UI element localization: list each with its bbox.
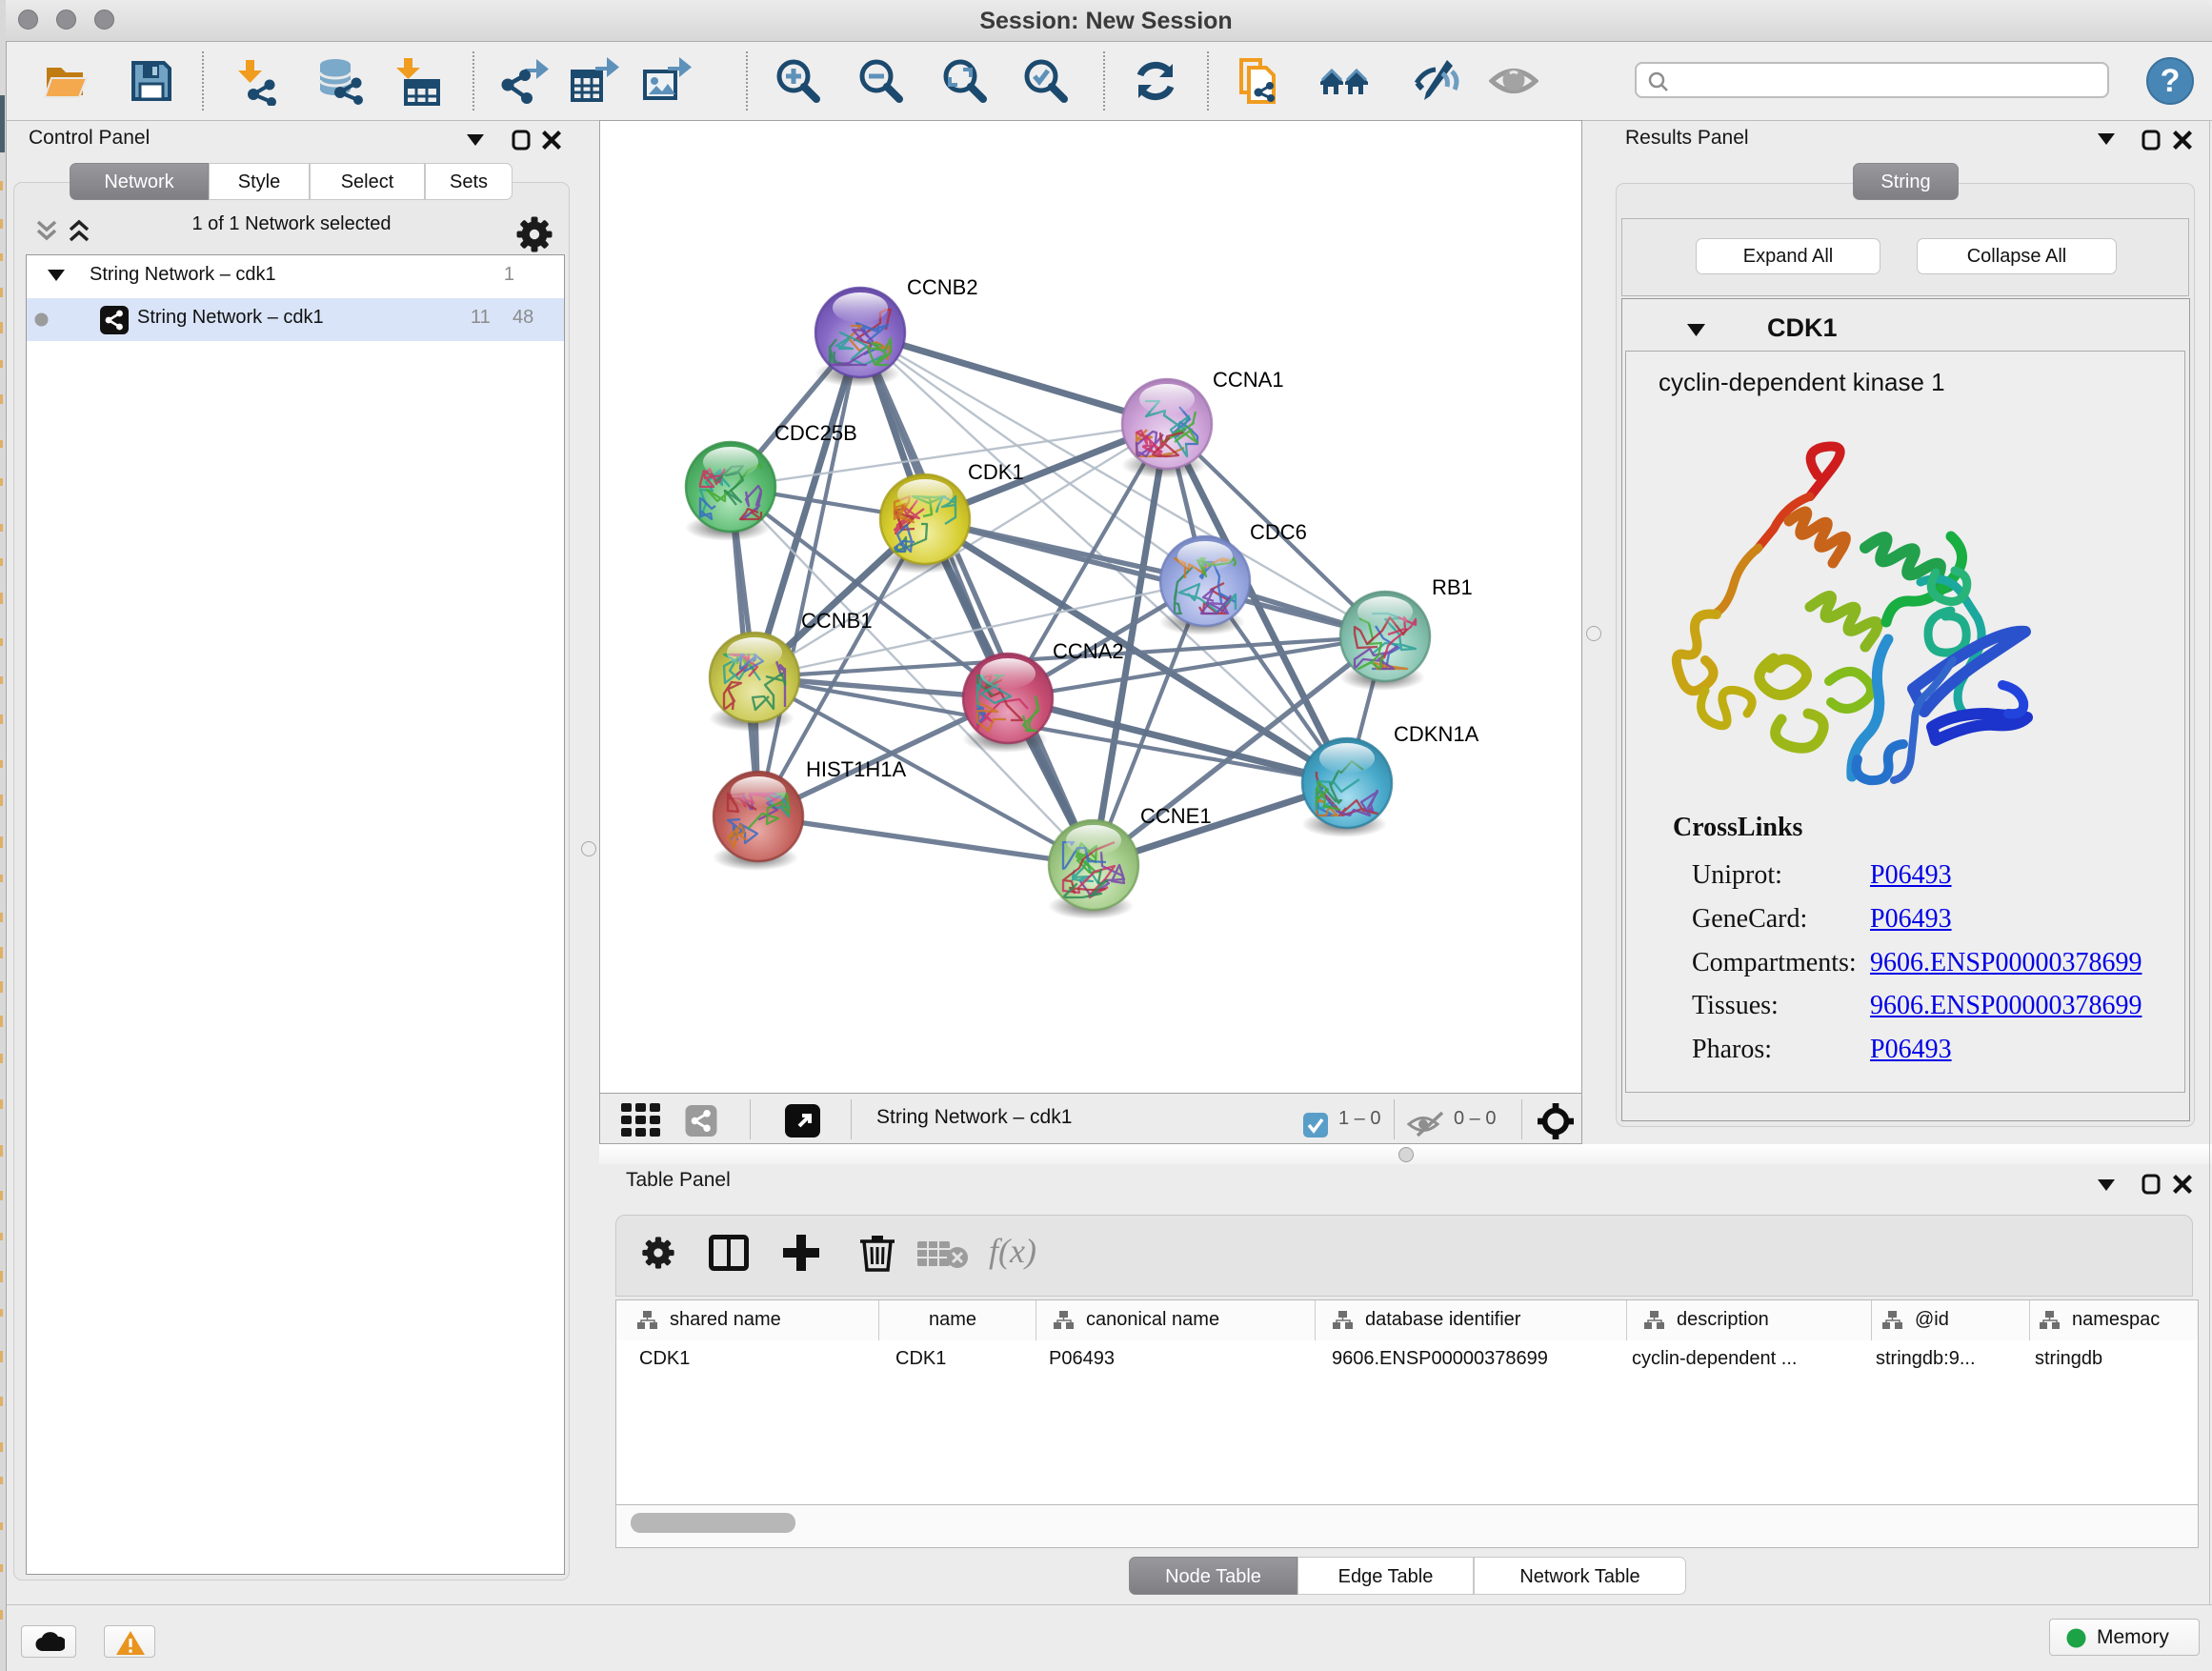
svg-text:CCNA1: CCNA1 <box>1213 368 1284 392</box>
svg-text:CDC25B: CDC25B <box>774 421 857 445</box>
svg-text:CCNA2: CCNA2 <box>1053 639 1124 663</box>
svg-text:CDK1: CDK1 <box>968 460 1024 484</box>
svg-text:CCNB1: CCNB1 <box>801 609 873 633</box>
svg-text:CDKN1A: CDKN1A <box>1394 722 1479 746</box>
svg-text:HIST1H1A: HIST1H1A <box>806 757 906 781</box>
svg-text:CDC6: CDC6 <box>1250 520 1307 544</box>
svg-text:CCNE1: CCNE1 <box>1140 804 1212 828</box>
svg-text:?: ? <box>2161 63 2181 99</box>
svg-text:CCNB2: CCNB2 <box>907 275 978 299</box>
svg-text:RB1: RB1 <box>1432 575 1473 599</box>
